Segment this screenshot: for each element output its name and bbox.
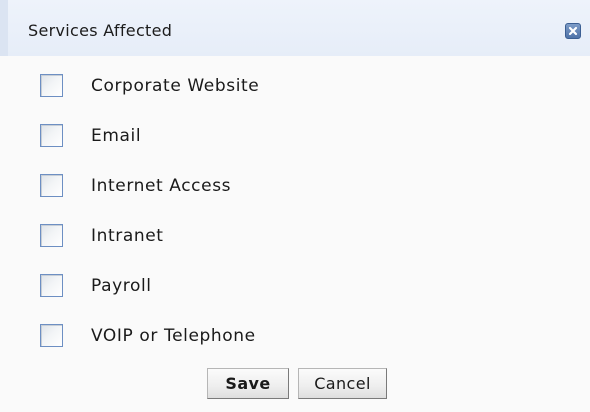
service-item-email[interactable]: Email bbox=[0, 110, 590, 150]
cancel-button[interactable]: Cancel bbox=[298, 368, 387, 399]
services-affected-dialog: Services Affected Corporate Website Emai… bbox=[0, 0, 590, 412]
dialog-buttons: Save Cancel bbox=[0, 368, 590, 402]
service-item-corporate-website[interactable]: Corporate Website bbox=[0, 60, 590, 100]
service-label: Email bbox=[91, 126, 142, 146]
service-label: Internet Access bbox=[91, 176, 232, 196]
dialog-title: Services Affected bbox=[28, 21, 173, 40]
service-item-intranet[interactable]: Intranet bbox=[0, 210, 590, 250]
checkbox[interactable] bbox=[40, 274, 63, 297]
dialog-header: Services Affected bbox=[0, 0, 590, 56]
service-label: Payroll bbox=[91, 276, 152, 296]
service-label: Intranet bbox=[91, 226, 164, 246]
close-icon bbox=[568, 26, 578, 36]
checkbox[interactable] bbox=[40, 224, 63, 247]
service-item-internet-access[interactable]: Internet Access bbox=[0, 160, 590, 200]
service-label: VOIP or Telephone bbox=[91, 326, 256, 346]
checkbox[interactable] bbox=[40, 124, 63, 147]
checkbox[interactable] bbox=[40, 324, 63, 347]
close-button[interactable] bbox=[565, 23, 581, 39]
checkbox[interactable] bbox=[40, 74, 63, 97]
service-label: Corporate Website bbox=[91, 76, 260, 96]
save-button[interactable]: Save bbox=[207, 368, 289, 399]
checkbox[interactable] bbox=[40, 174, 63, 197]
service-item-voip-or-telephone[interactable]: VOIP or Telephone bbox=[0, 310, 590, 350]
service-item-payroll[interactable]: Payroll bbox=[0, 260, 590, 300]
